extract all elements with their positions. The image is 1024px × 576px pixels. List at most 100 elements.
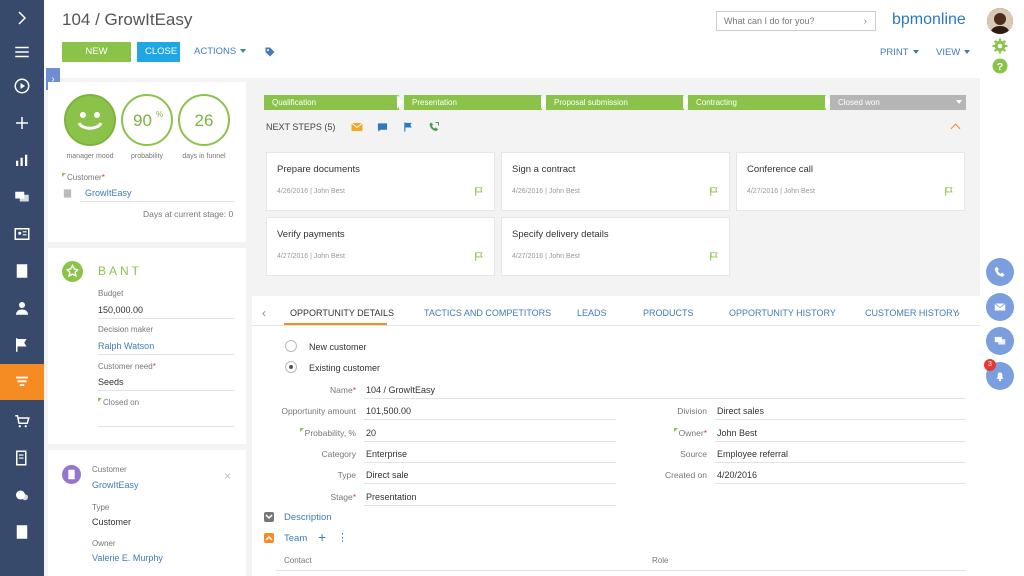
documents-edit-icon[interactable] bbox=[0, 440, 44, 476]
task-owner: John Best bbox=[313, 188, 346, 195]
add-icon[interactable]: + bbox=[318, 529, 326, 545]
customer-link[interactable]: GrowItEasy bbox=[85, 188, 132, 198]
dashboard-icon[interactable] bbox=[0, 142, 44, 178]
contacts-card-icon[interactable] bbox=[0, 216, 44, 252]
mini-customer-label: Customer bbox=[92, 465, 127, 474]
task-card[interactable]: Verify payments 4/27/2016 | John Best bbox=[266, 217, 495, 276]
stage-presentation[interactable]: Presentation bbox=[404, 95, 542, 110]
probability-field[interactable]: 20 bbox=[366, 428, 376, 438]
task-card[interactable]: Sign a contract 4/26/2016 | John Best bbox=[501, 152, 730, 211]
budget-value[interactable]: 150,000.00 bbox=[98, 305, 143, 315]
view-label: VIEW bbox=[936, 47, 961, 58]
actions-button[interactable]: ACTIONS bbox=[194, 42, 247, 62]
stage-proposal-submission[interactable]: Proposal submission bbox=[546, 95, 684, 110]
comment-icon[interactable] bbox=[377, 122, 388, 135]
flag-icon[interactable] bbox=[0, 327, 44, 363]
team-section[interactable]: Team bbox=[284, 533, 307, 544]
task-card[interactable]: Specify delivery details 4/27/2016 | Joh… bbox=[501, 217, 730, 276]
chevron-down-icon[interactable] bbox=[956, 100, 962, 104]
expand-icon[interactable] bbox=[0, 0, 44, 36]
cart-icon[interactable] bbox=[0, 403, 44, 439]
chat-icon[interactable] bbox=[986, 327, 1014, 355]
task-meta: 4/27/2016 | John Best bbox=[512, 253, 581, 260]
menu-icon[interactable] bbox=[0, 34, 44, 70]
stage-contracting[interactable]: Contracting bbox=[688, 95, 826, 110]
source-field[interactable]: Employee referral bbox=[717, 449, 788, 459]
days-ring: 26 bbox=[178, 94, 230, 146]
task-card[interactable]: Prepare documents 4/26/2016 | John Best bbox=[266, 152, 495, 211]
field-underline bbox=[80, 201, 234, 202]
chevron-up-icon[interactable] bbox=[950, 123, 961, 134]
probability-ring: 90% bbox=[121, 94, 173, 146]
flag-icon[interactable] bbox=[474, 186, 484, 199]
mini-owner-link[interactable]: Valerie E. Murphy bbox=[92, 553, 163, 563]
task-date: 4/27/2016 bbox=[512, 253, 544, 260]
tag-icon[interactable] bbox=[264, 46, 276, 60]
stage-field[interactable]: Presentation bbox=[366, 492, 417, 502]
type-field[interactable]: Direct sale bbox=[366, 470, 409, 480]
tab-opportunity-history[interactable]: OPPORTUNITY HISTORY bbox=[729, 308, 836, 318]
stage-qualification[interactable]: Qualification bbox=[264, 95, 399, 110]
existing-customer-radio[interactable] bbox=[285, 361, 297, 373]
user-icon[interactable] bbox=[0, 290, 44, 326]
finance-icon[interactable] bbox=[0, 477, 44, 513]
mini-customer-link[interactable]: GrowItEasy bbox=[92, 480, 139, 490]
feed-icon[interactable] bbox=[0, 179, 44, 215]
tab-customer-history[interactable]: CUSTOMER HISTORY bbox=[865, 308, 959, 318]
phone-call-icon[interactable] bbox=[428, 121, 440, 135]
funnel-icon[interactable] bbox=[0, 364, 44, 400]
flag-icon[interactable] bbox=[403, 121, 414, 135]
name-field[interactable]: 104 / GrowItEasy bbox=[366, 385, 435, 395]
tab-products[interactable]: PRODUCTS bbox=[643, 308, 694, 318]
flag-icon[interactable] bbox=[709, 186, 719, 199]
next-steps-label[interactable]: NEXT STEPS (5) bbox=[266, 122, 335, 132]
flag-icon[interactable] bbox=[474, 251, 484, 264]
more-options-icon[interactable]: ⋮ bbox=[337, 531, 348, 544]
accounts-icon[interactable] bbox=[0, 253, 44, 289]
category-field[interactable]: Enterprise bbox=[366, 449, 407, 459]
add-icon[interactable] bbox=[0, 105, 44, 141]
tab-opportunity-details[interactable]: OPPORTUNITY DETAILS bbox=[290, 308, 394, 318]
play-icon[interactable] bbox=[0, 68, 44, 104]
description-toggle-icon[interactable] bbox=[264, 512, 274, 522]
new-customer-radio[interactable] bbox=[285, 340, 297, 352]
field-underline bbox=[98, 390, 234, 391]
gear-icon[interactable] bbox=[991, 37, 1009, 57]
owner-link[interactable]: John Best bbox=[717, 428, 757, 438]
task-card[interactable]: Conference call 4/27/2016 | John Best bbox=[736, 152, 965, 211]
email-icon[interactable] bbox=[351, 122, 363, 134]
command-search-input[interactable]: What can I do for you? › bbox=[716, 11, 876, 31]
opportunity-amount-field[interactable]: 101,500.00 bbox=[366, 406, 411, 416]
chevron-right-icon[interactable]: › bbox=[956, 306, 960, 320]
flag-icon[interactable] bbox=[944, 186, 954, 199]
tab-tactics-and-competitors[interactable]: TACTICS AND COMPETITORS bbox=[424, 308, 551, 318]
view-button[interactable]: VIEW bbox=[936, 47, 971, 58]
task-title: Conference call bbox=[747, 164, 814, 175]
flag-icon[interactable] bbox=[709, 251, 719, 264]
field-underline bbox=[715, 441, 966, 442]
owner-label: Owner* bbox=[607, 428, 707, 438]
close-button[interactable]: CLOSE bbox=[137, 42, 180, 62]
print-button[interactable]: PRINT bbox=[880, 47, 919, 58]
task-owner: John Best bbox=[313, 253, 346, 260]
team-toggle-icon[interactable] bbox=[264, 533, 274, 543]
division-field[interactable]: Direct sales bbox=[717, 406, 764, 416]
chevron-right-icon[interactable]: › bbox=[864, 16, 867, 27]
stage-closed-won[interactable]: Closed won bbox=[830, 95, 966, 110]
decision-maker-link[interactable]: Ralph Watson bbox=[98, 341, 154, 351]
contact-column-header[interactable]: Contact bbox=[284, 556, 312, 565]
role-column-header[interactable]: Role bbox=[652, 556, 668, 565]
help-icon[interactable]: ? bbox=[991, 57, 1009, 77]
notification-badge: 3 bbox=[984, 359, 996, 371]
close-icon[interactable]: × bbox=[224, 469, 231, 483]
customer-need-value[interactable]: Seeds bbox=[98, 377, 124, 387]
phone-icon[interactable] bbox=[986, 258, 1014, 286]
description-section[interactable]: Description bbox=[284, 512, 332, 523]
probability-suffix: % bbox=[156, 110, 164, 119]
chevron-left-icon[interactable]: ‹ bbox=[262, 306, 266, 320]
new-order-button[interactable]: NEW ORDER bbox=[62, 42, 131, 77]
email-icon[interactable] bbox=[986, 293, 1014, 321]
tab-leads[interactable]: LEADS bbox=[577, 308, 607, 318]
document-icon[interactable] bbox=[0, 514, 44, 550]
avatar[interactable] bbox=[987, 8, 1013, 34]
